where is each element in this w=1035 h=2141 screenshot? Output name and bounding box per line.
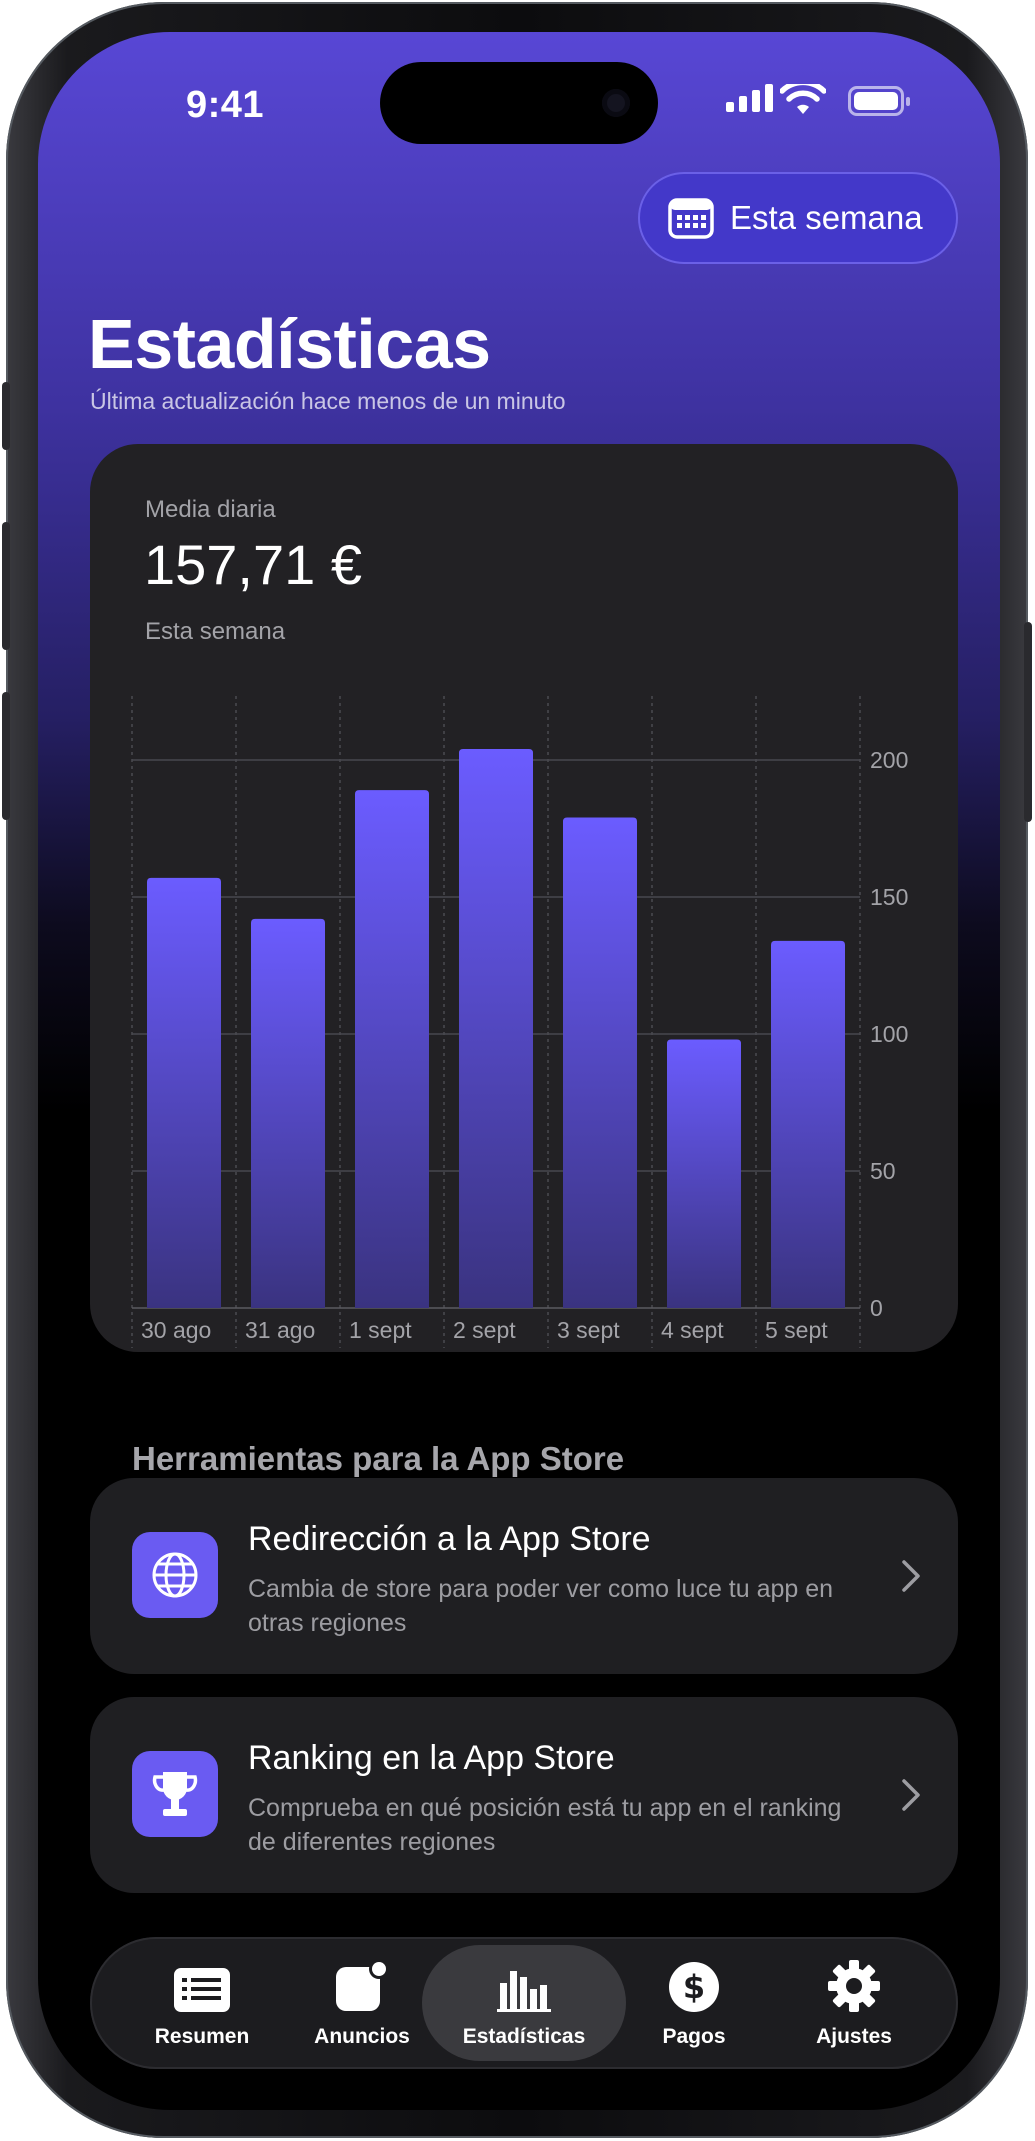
y-tick-label: 200 <box>870 747 908 773</box>
announcement-icon <box>334 1953 390 2013</box>
tab-label: Ajustes <box>816 2025 892 2048</box>
tab-pagos[interactable]: $ Pagos <box>614 1945 774 2061</box>
dollar-icon: $ <box>668 1953 720 2013</box>
volume-down-button <box>2 692 10 820</box>
list-icon <box>173 1953 231 2013</box>
status-time: 9:41 <box>186 84 265 126</box>
chart-bar <box>251 918 325 1308</box>
tab-label: Estadísticas <box>462 2025 586 2048</box>
chart-bar <box>355 790 429 1308</box>
camera-icon <box>602 89 630 117</box>
x-tick-label: 2 sept <box>453 1317 516 1343</box>
chevron-right-icon <box>902 1779 920 1811</box>
app-store-ranking-card[interactable]: Ranking en la App Store Comprueba en qué… <box>90 1697 958 1893</box>
x-tick-label: 5 sept <box>765 1317 828 1343</box>
tool-title: Redirección a la App Store <box>248 1520 651 1558</box>
chart-bar <box>563 817 637 1308</box>
volume-up-button <box>2 522 10 650</box>
y-tick-label: 0 <box>870 1295 883 1321</box>
chart-bar <box>459 749 533 1308</box>
tab-label: Anuncios <box>314 2025 410 2048</box>
period-selector-label: Esta semana <box>730 199 923 236</box>
y-tick-label: 50 <box>870 1158 896 1184</box>
screen: 9:41 Esta semana Estadísticas Última act… <box>38 32 1000 2110</box>
tool-description: Comprueba en qué posición está tu app en… <box>248 1794 842 1856</box>
stats-card: Media diaria 157,71 € Esta semana 0 50 100… <box>90 444 958 1352</box>
phone-frame: 9:41 Esta semana Estadísticas Última act… <box>2 2 1032 2138</box>
tab-anuncios[interactable]: Anuncios <box>282 1945 442 2061</box>
x-tick-label: 4 sept <box>661 1317 724 1343</box>
last-updated-text: Última actualización hace menos de un mi… <box>90 388 566 414</box>
tab-resumen[interactable]: Resumen <box>122 1945 282 2061</box>
chart-bar <box>147 877 221 1308</box>
x-tick-label: 31 ago <box>245 1317 315 1343</box>
trophy-icon <box>132 1751 218 1837</box>
tab-bar: Resumen Anuncios Estadísticas $ Pagos Aj… <box>90 1937 958 2069</box>
battery-icon <box>848 86 910 116</box>
dynamic-island <box>380 62 658 144</box>
globe-icon <box>132 1532 218 1618</box>
page-title: Estadísticas <box>88 305 491 383</box>
cellular-signal-icon <box>726 82 773 112</box>
y-tick-label: 150 <box>870 884 908 910</box>
x-tick-label: 3 sept <box>557 1317 620 1343</box>
x-tick-label: 1 sept <box>349 1317 412 1343</box>
bar-chart: 0 50 100 150 200 30 ago 31 ago 1 sept 2 sept 3 se… <box>131 696 908 1348</box>
power-button <box>1024 622 1032 822</box>
wifi-icon <box>779 79 827 121</box>
tab-label: Pagos <box>662 2025 726 2048</box>
tool-title: Ranking en la App Store <box>248 1739 615 1777</box>
tab-label: Resumen <box>154 2025 250 2048</box>
period-selector-button[interactable]: Esta semana <box>638 172 958 264</box>
app-store-redirect-card[interactable]: Redirección a la App Store Cambia de sto… <box>90 1478 958 1674</box>
chart-bar <box>667 1039 741 1308</box>
tools-section-title: Herramientas para la App Store <box>132 1440 625 1477</box>
chart-bar <box>771 940 845 1308</box>
chevron-right-icon <box>902 1560 920 1592</box>
y-tick-label: 100 <box>870 1021 908 1047</box>
action-button <box>2 382 10 450</box>
calendar-icon <box>668 198 714 239</box>
x-tick-label: 30 ago <box>141 1317 211 1343</box>
svg-text:$: $ <box>683 1968 705 2006</box>
chart-icon <box>496 1953 552 2013</box>
tab-estadisticas[interactable]: Estadísticas <box>422 1945 626 2061</box>
tab-ajustes[interactable]: Ajustes <box>774 1945 934 2061</box>
tool-description: Cambia de store para poder ver como luce… <box>248 1575 834 1637</box>
gear-icon <box>827 1953 881 2013</box>
